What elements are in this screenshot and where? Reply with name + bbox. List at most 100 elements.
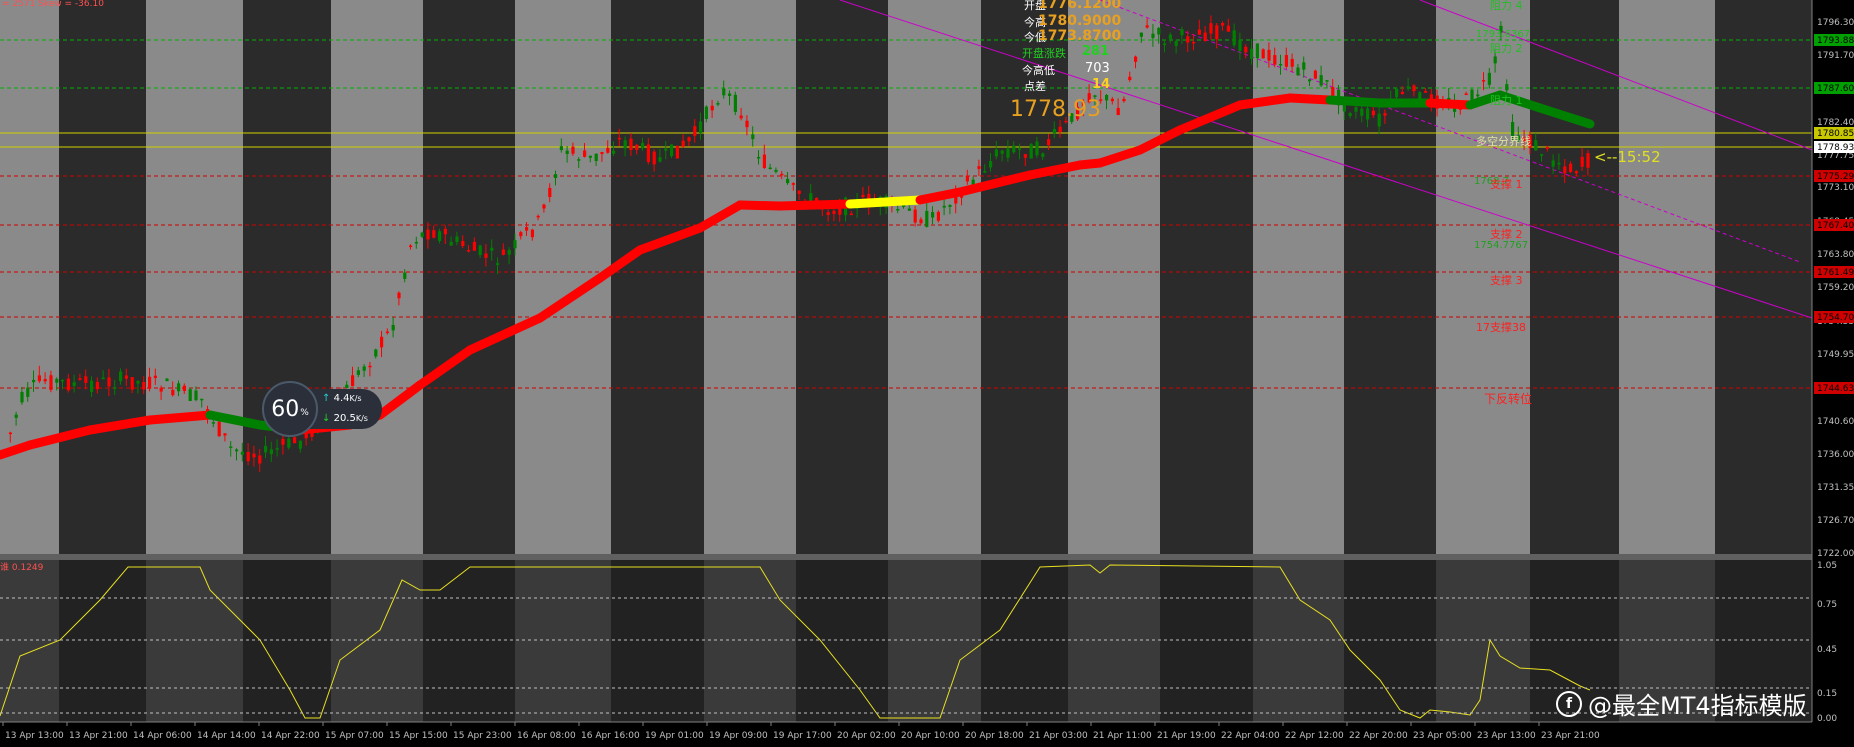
candle-body <box>577 159 581 161</box>
candle-body <box>1157 27 1161 35</box>
weibo-logo-icon: f <box>1556 690 1582 717</box>
candle-body <box>1145 25 1149 28</box>
level-support3: 支撑 3 <box>1490 274 1523 287</box>
candle-body <box>733 94 737 112</box>
session-band <box>146 0 243 554</box>
price-tag-label: 1767.40 <box>1817 221 1854 231</box>
candle-body <box>525 227 529 231</box>
info-change-value: 281 <box>1082 44 1110 59</box>
candle-body <box>490 247 494 251</box>
candle-body <box>1250 48 1254 59</box>
candle-body <box>507 250 511 255</box>
time-axis-label: 23 Apr 13:00 <box>1477 731 1536 741</box>
time-axis-label: 19 Apr 09:00 <box>709 731 768 741</box>
candle-body <box>1540 154 1544 156</box>
download-speed: ↓ 20.5K/s <box>322 413 368 424</box>
candle-body <box>95 381 99 390</box>
candle-body <box>1238 39 1242 51</box>
time-axis-label: 21 Apr 19:00 <box>1157 731 1216 741</box>
candle-body <box>1574 171 1578 174</box>
time-axis-label: 22 Apr 12:00 <box>1285 731 1344 741</box>
candle-body <box>1151 33 1155 39</box>
time-axis-label: 14 Apr 06:00 <box>133 731 192 741</box>
candle-body <box>1000 150 1004 154</box>
session-band <box>1530 0 1619 554</box>
candle-body <box>925 210 929 227</box>
candle-body <box>936 211 940 221</box>
indicator-band <box>423 560 515 722</box>
indicator-axis-label: 0.45 <box>1817 645 1837 655</box>
level-resist3: 阻力 2 <box>1490 42 1523 55</box>
candle-body <box>455 236 459 243</box>
candle-body <box>1041 153 1045 157</box>
candle-body <box>1139 32 1143 37</box>
candle-body <box>1128 76 1132 81</box>
candle-body <box>571 146 575 154</box>
indicator-band <box>981 560 1068 722</box>
candle-body <box>693 126 697 136</box>
candle-body <box>1226 25 1230 32</box>
candle-body <box>606 147 610 153</box>
candle-body <box>1232 30 1236 46</box>
candle-body <box>942 205 946 208</box>
candle-body <box>84 376 88 383</box>
candle-body <box>264 445 268 453</box>
candle-body <box>1052 129 1056 134</box>
price-axis-label: 1726.70 <box>1817 516 1854 526</box>
candle-body <box>1580 156 1584 167</box>
candle-body <box>536 215 540 218</box>
candle-body <box>728 93 732 96</box>
candle-body <box>1012 145 1016 153</box>
price-axis-label: 1782.40 <box>1817 118 1854 128</box>
price-tag-label: 1780.85 <box>1817 129 1854 139</box>
candle-body <box>1371 110 1375 116</box>
upload-speed-value: 4.4 <box>333 393 350 404</box>
candle-body <box>90 380 94 392</box>
candle-body <box>1534 140 1538 151</box>
info-range-value: 703 <box>1085 61 1110 76</box>
candle-body <box>1366 108 1370 120</box>
candle-body <box>1267 49 1271 61</box>
candle-body <box>768 167 772 170</box>
candle-body <box>293 437 297 444</box>
candle-body <box>1563 166 1567 174</box>
network-speed-widget[interactable]: 60% ↑ 4.4K/s ↓ 20.5K/s <box>262 381 382 437</box>
pane-separator <box>0 554 1854 560</box>
candle-body <box>49 375 53 390</box>
candle-body <box>554 174 558 179</box>
candle-body <box>1313 70 1317 79</box>
session-band <box>331 0 423 554</box>
candle-body <box>240 451 244 455</box>
candle-body <box>646 144 650 163</box>
candle-body <box>1464 93 1468 96</box>
candle-body <box>780 173 784 176</box>
candle-body <box>588 155 592 158</box>
candle-body <box>1221 22 1225 26</box>
candle-body <box>159 387 163 392</box>
candle-body <box>583 150 587 157</box>
candle-body <box>275 448 279 450</box>
indicator-band <box>704 560 796 722</box>
candle-body <box>519 232 523 237</box>
candle-body <box>797 190 801 194</box>
level-resist4: 阻力 4 <box>1490 0 1523 12</box>
candle-body <box>687 137 691 142</box>
session-band <box>611 0 704 554</box>
speed-percent-circle: 60% <box>262 381 318 437</box>
session-band <box>704 0 796 554</box>
time-axis-label: 15 Apr 07:00 <box>325 731 384 741</box>
candle-body <box>188 389 192 401</box>
info-spread-label: 点差 <box>1024 80 1046 93</box>
indicator-band <box>0 560 59 722</box>
price-tag-label: 1775.29 <box>1817 172 1854 182</box>
candle-body <box>1035 141 1039 156</box>
price-chart[interactable]: 1796.301791.701787.151782.401777.751773.… <box>0 0 1854 747</box>
time-axis-label: 14 Apr 22:00 <box>261 731 320 741</box>
candle-body <box>896 209 900 211</box>
price-axis-label: 1749.95 <box>1817 350 1854 360</box>
download-speed-unit: K/s <box>355 414 368 423</box>
candle-body <box>751 134 755 140</box>
candle-body <box>1557 162 1561 165</box>
time-axis-label: 20 Apr 02:00 <box>837 731 896 741</box>
level-support1: 支撑 1 <box>1490 178 1523 191</box>
